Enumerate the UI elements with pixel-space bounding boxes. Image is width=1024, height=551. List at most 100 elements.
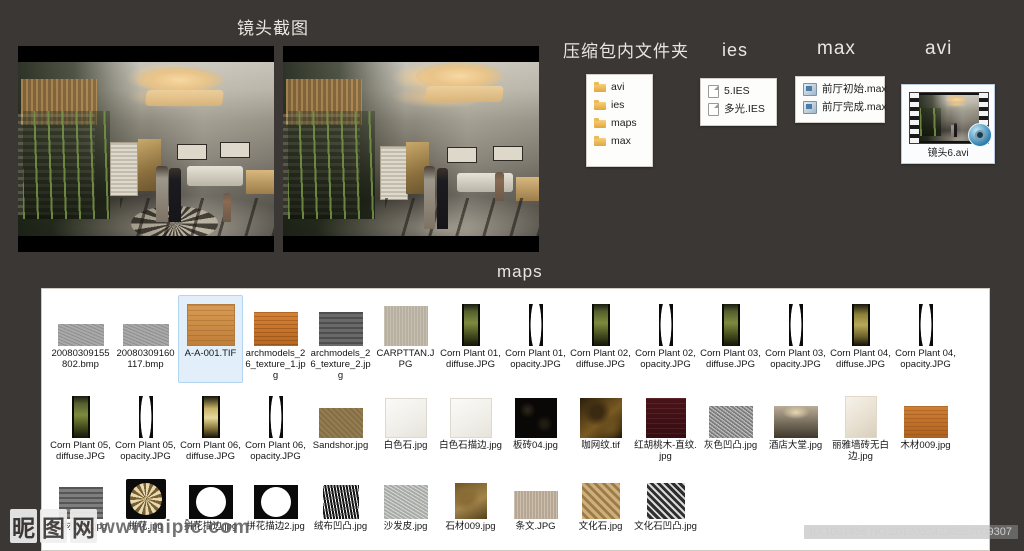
map-file-item[interactable]: Corn Plant 03,opacity.JPG [763, 295, 828, 383]
map-file-label: Corn Plant 06,diffuse.JPG [180, 440, 241, 462]
heading-zip-folder: 压缩包内文件夹 [563, 42, 689, 61]
map-file-item[interactable]: 红胡桃木-直纹.jpg [633, 387, 698, 464]
map-file-item[interactable]: 白色石.jpg [373, 387, 438, 464]
max-file-row[interactable]: 前厅初始.max [796, 80, 887, 98]
avi-file-panel[interactable]: 镜头6.avi [901, 84, 995, 164]
maps-folder-window[interactable]: 20080309155802.bmp 20080309160117.bmp A-A-… [41, 288, 990, 551]
map-file-item[interactable]: Corn Plant 03,diffuse.JPG [698, 295, 763, 383]
map-file-item[interactable]: Corn Plant 01,diffuse.JPG [438, 295, 503, 383]
map-file-item[interactable]: 板砖04.jpg [503, 387, 568, 464]
map-file-label: A-A-001.TIF [184, 348, 237, 359]
zip-folder-panel[interactable]: avi ies maps max [586, 74, 653, 167]
map-file-label: 酒店大堂.jpg [768, 440, 823, 451]
map-thumbnail-image [318, 408, 363, 438]
map-file-item[interactable]: 咖网纹.tif [568, 387, 633, 464]
map-thumbnail-image [513, 491, 558, 519]
map-thumbnail-wrap [504, 298, 567, 346]
map-file-item[interactable]: Corn Plant 05,diffuse.JPG [48, 387, 113, 464]
map-thumbnail-wrap [829, 298, 892, 346]
ies-file-label: 多光.IES [724, 103, 765, 115]
map-file-item[interactable]: 文化石.jpg [568, 468, 633, 534]
watermark-char-3: 网 [70, 509, 97, 543]
map-file-item[interactable]: CARPTTAN.JPG [373, 295, 438, 383]
heading-max: max [817, 38, 856, 59]
map-file-item[interactable]: 绒布凹凸.jpg [308, 468, 373, 534]
map-file-item[interactable]: Corn Plant 02,opacity.JPG [633, 295, 698, 383]
ceiling-cove-circle [946, 96, 967, 104]
map-file-item[interactable]: Corn Plant 04,diffuse.JPG [828, 295, 893, 383]
map-file-item[interactable]: 白色石描边.jpg [438, 387, 503, 464]
map-file-item[interactable]: 文化石凹凸.jpg [633, 468, 698, 534]
map-thumbnail-image [461, 304, 480, 346]
map-thumbnail-wrap [699, 298, 762, 346]
map-file-label: 木材009.jpg [900, 440, 951, 451]
map-file-item[interactable]: 石材009.jpg [438, 468, 503, 534]
heading-avi: avi [925, 38, 953, 59]
map-thumbnail-image [253, 312, 298, 346]
folder-row[interactable]: avi [587, 78, 652, 96]
map-file-label: Corn Plant 03,opacity.JPG [765, 348, 826, 370]
map-file-item[interactable]: 丽雅墙砖无白边.jpg [828, 387, 893, 464]
map-file-label: Corn Plant 04,opacity.JPG [895, 348, 956, 370]
max-file-label: 前厅初始.max [822, 83, 887, 95]
map-file-label: Corn Plant 05,opacity.JPG [115, 440, 176, 462]
map-file-label: 文化石.jpg [578, 521, 623, 532]
sofa [457, 173, 514, 193]
map-thumbnail-wrap [569, 471, 632, 519]
map-file-label: 20080309160117.bmp [116, 348, 175, 370]
map-thumbnail-wrap [634, 298, 697, 346]
map-thumbnail-image [186, 304, 235, 346]
map-file-item[interactable]: Corn Plant 04,opacity.JPG [893, 295, 958, 383]
map-file-item[interactable]: Sandshor.jpg [308, 387, 373, 464]
ies-file-row[interactable]: 多光.IES [701, 100, 776, 118]
map-file-item[interactable]: Corn Plant 06,diffuse.JPG [178, 387, 243, 464]
map-file-item[interactable]: 酒店大堂.jpg [763, 387, 828, 464]
map-file-item[interactable]: 条文.JPG [503, 468, 568, 534]
map-file-item[interactable]: 20080309160117.bmp [113, 295, 178, 383]
map-file-item[interactable]: 木材009.jpg [893, 387, 958, 464]
map-thumbnail-image [646, 483, 685, 519]
map-thumbnail-wrap [309, 390, 372, 438]
map-file-item[interactable]: Corn Plant 01,opacity.JPG [503, 295, 568, 383]
map-file-label: 石材009.jpg [445, 521, 496, 532]
map-file-item[interactable]: Corn Plant 05,opacity.JPG [113, 387, 178, 464]
door [380, 145, 408, 200]
map-thumbnail-image [201, 396, 220, 438]
watermark-char-1: 昵 [10, 509, 37, 543]
map-file-item[interactable]: A-A-001.TIF [178, 295, 243, 383]
folder-icon [594, 82, 606, 92]
folder-row[interactable]: maps [587, 114, 652, 132]
watermark-char-2: 图 [40, 509, 67, 543]
map-file-item[interactable]: archmodels_26_texture_2.jpg [308, 295, 373, 383]
max-files-panel[interactable]: 前厅初始.max 前厅完成.max [795, 76, 887, 123]
folder-row[interactable]: ies [587, 96, 652, 114]
map-thumbnail-wrap [699, 390, 762, 438]
ies-file-row[interactable]: 5.IES [701, 82, 776, 100]
map-thumbnail-image [322, 485, 359, 519]
map-file-item[interactable]: 20080309155802.bmp [48, 295, 113, 383]
wall-art-2 [220, 142, 251, 158]
map-thumbnail-image [581, 483, 620, 519]
map-file-item[interactable]: Corn Plant 06,opacity.JPG [243, 387, 308, 464]
map-thumbnail-image [268, 396, 283, 438]
max-file-row[interactable]: 前厅完成.max [796, 98, 887, 116]
map-file-item[interactable]: 拼花描边2.jpg [243, 468, 308, 534]
floor-joints [385, 197, 539, 236]
folder-icon [594, 100, 606, 110]
map-thumbnail-image [579, 398, 622, 438]
map-file-item[interactable]: archmodels_26_texture_1.jpg [243, 295, 308, 383]
map-file-item[interactable]: Corn Plant 02,diffuse.JPG [568, 295, 633, 383]
map-file-item[interactable]: 灰色凹凸.jpg [698, 387, 763, 464]
map-thumbnail-wrap [504, 390, 567, 438]
ies-files-panel[interactable]: 5.IES 多光.IES [700, 78, 777, 126]
map-file-label: Sandshor.jpg [312, 440, 369, 451]
bamboo-screen [288, 110, 376, 219]
person-figure [222, 192, 231, 223]
map-file-label: 20080309155802.bmp [51, 348, 110, 370]
map-file-label: 红胡桃木-直纹.jpg [634, 440, 697, 462]
map-file-item[interactable]: 沙发皮.jpg [373, 468, 438, 534]
map-file-label: 板砖04.jpg [513, 440, 558, 451]
folder-row[interactable]: max [587, 132, 652, 150]
screenshot-canvas: 镜头截图 压缩包内文件夹 ies max avi maps avi ies ma… [0, 0, 1024, 551]
map-file-label: Corn Plant 04,diffuse.JPG [830, 348, 891, 370]
